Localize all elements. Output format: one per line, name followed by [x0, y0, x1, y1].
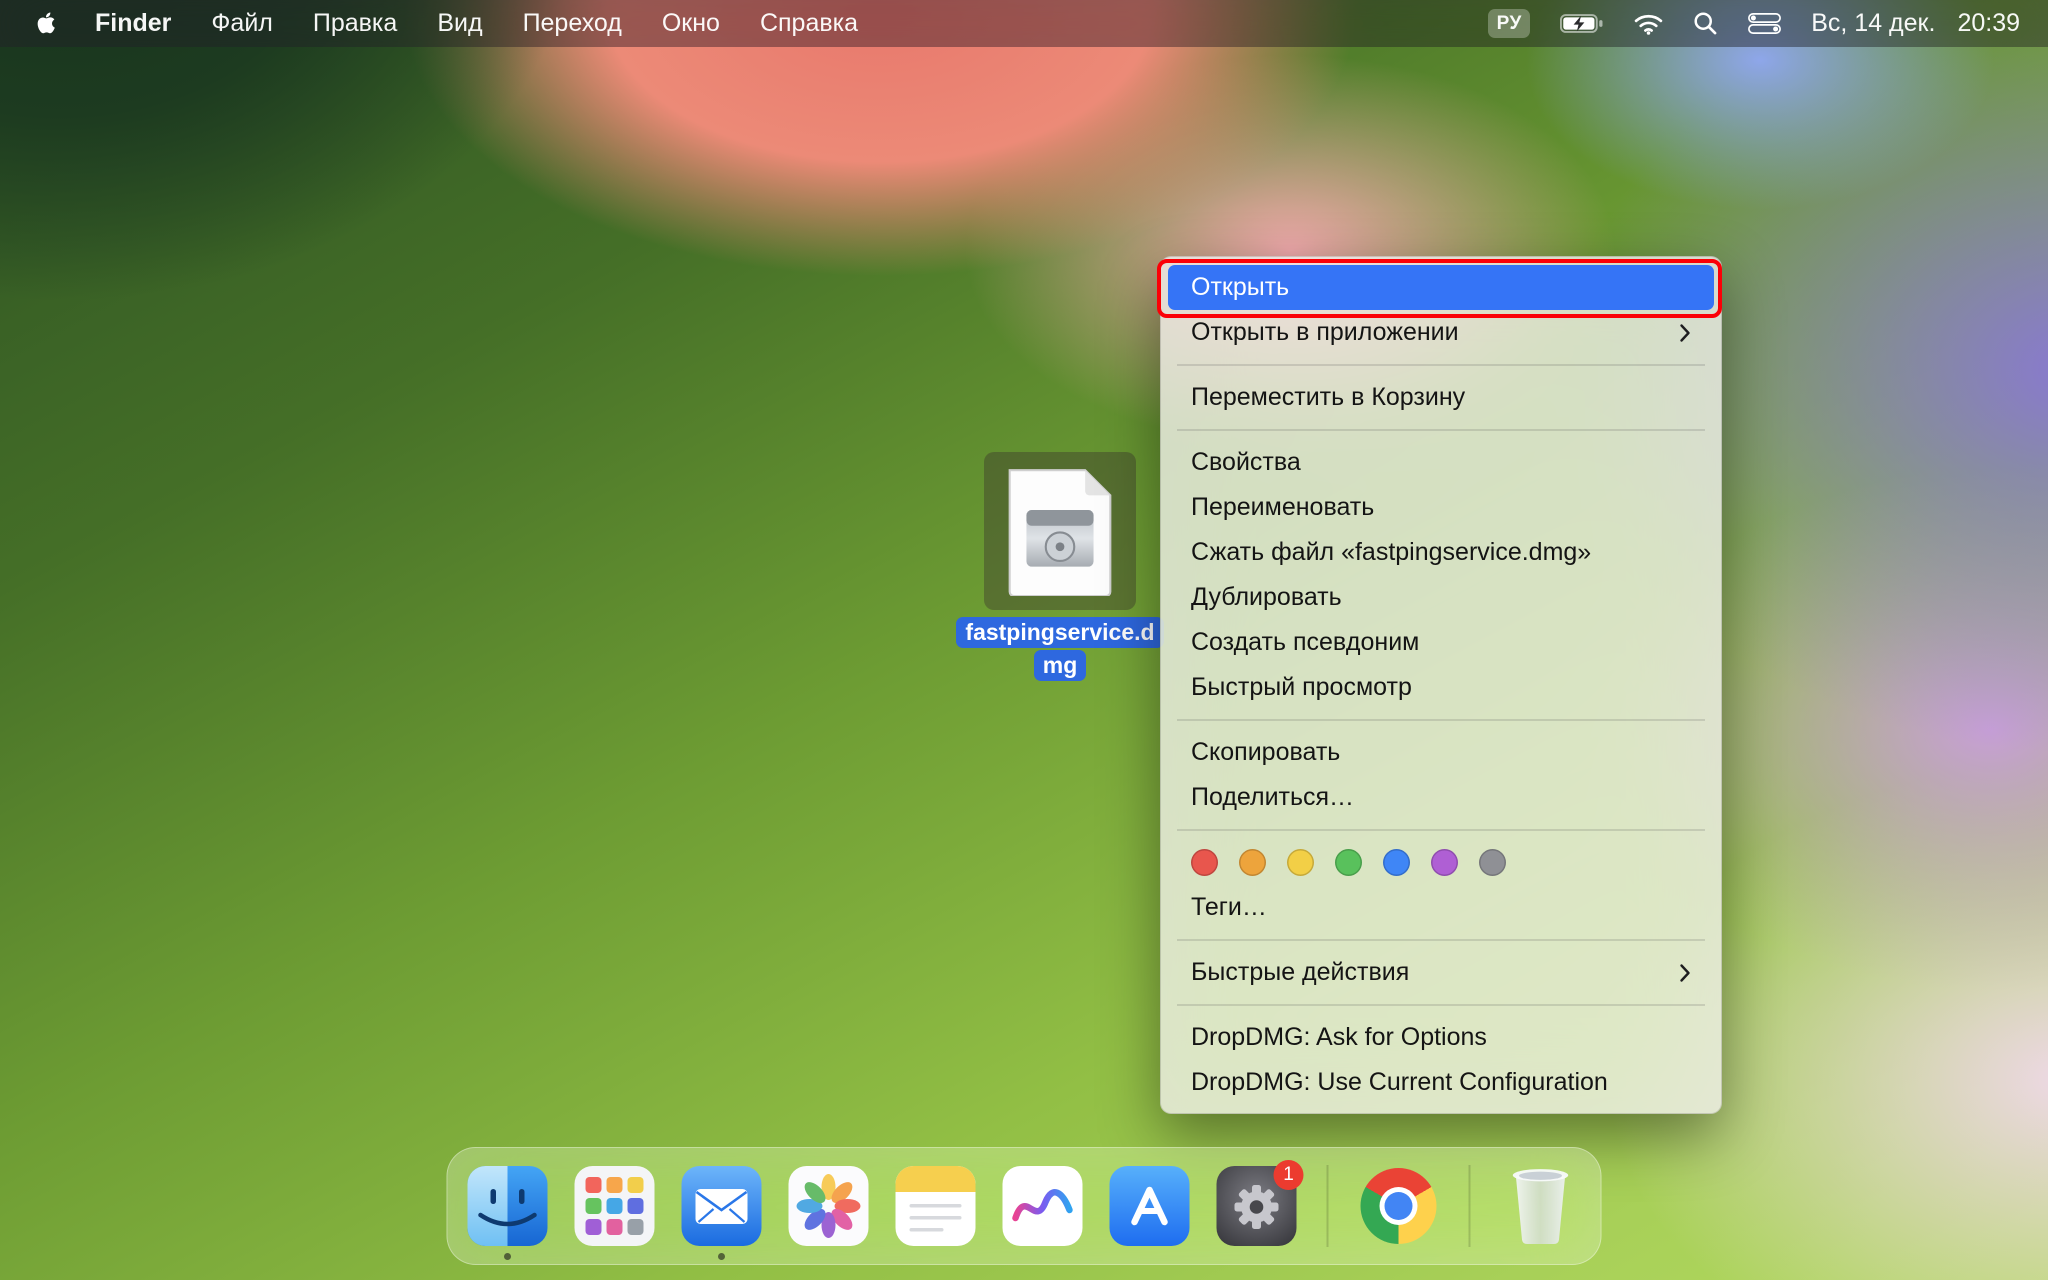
menu-item-quick-actions[interactable]: Быстрые действия [1161, 950, 1721, 995]
freeform-icon [1003, 1166, 1083, 1246]
file-name-line-2: mg [1034, 650, 1087, 681]
menu-bar-left: Finder Файл Правка Вид Переход Окно Спра… [0, 9, 858, 38]
menu-separator [1177, 719, 1705, 721]
control-center[interactable] [1748, 13, 1781, 34]
dock-item-chrome[interactable] [1359, 1166, 1439, 1246]
tag-dots-row [1161, 840, 1721, 885]
menu-app-name[interactable]: Finder [95, 9, 171, 38]
menu-item-copy[interactable]: Скопировать [1161, 730, 1721, 775]
dock-item-finder[interactable] [468, 1166, 548, 1246]
finder-icon [468, 1166, 548, 1246]
dock-separator [1469, 1165, 1471, 1247]
context-menu: Открыть Открыть в приложении Переместить… [1160, 256, 1722, 1114]
search-icon [1693, 11, 1718, 36]
tag-orange[interactable] [1239, 849, 1266, 876]
chevron-right-icon [1679, 323, 1691, 343]
menu-view[interactable]: Вид [437, 9, 482, 38]
tag-red[interactable] [1191, 849, 1218, 876]
dock-item-app-store[interactable] [1110, 1166, 1190, 1246]
menu-item-open-with-label: Открыть в приложении [1191, 318, 1459, 347]
menu-item-open[interactable]: Открыть [1168, 265, 1714, 310]
dmg-file-icon [1001, 466, 1119, 596]
running-indicator [504, 1253, 511, 1260]
notification-badge: 1 [1274, 1160, 1304, 1190]
control-center-icon [1748, 13, 1781, 34]
menu-go[interactable]: Переход [523, 9, 622, 38]
photos-icon [789, 1166, 869, 1246]
tag-purple[interactable] [1431, 849, 1458, 876]
dock: 1 [447, 1147, 1602, 1265]
menu-separator [1177, 829, 1705, 831]
menu-item-tags[interactable]: Теги… [1161, 885, 1721, 930]
menu-separator [1177, 1004, 1705, 1006]
chrome-icon [1361, 1168, 1437, 1244]
wifi-status[interactable] [1634, 13, 1663, 35]
dock-separator [1327, 1165, 1329, 1247]
menu-item-dropdmg-current[interactable]: DropDMG: Use Current Configuration [1161, 1060, 1721, 1105]
file-name-line-1: fastpingservice.d [956, 617, 1163, 648]
menu-item-dropdmg-ask[interactable]: DropDMG: Ask for Options [1161, 1015, 1721, 1060]
menu-item-share[interactable]: Поделиться… [1161, 775, 1721, 820]
menu-bar: Finder Файл Правка Вид Переход Окно Спра… [0, 0, 2048, 47]
battery-charging-icon [1560, 14, 1604, 33]
running-indicator [718, 1253, 725, 1260]
dock-item-notes[interactable] [896, 1166, 976, 1246]
tag-gray[interactable] [1479, 849, 1506, 876]
apple-menu[interactable] [34, 11, 55, 36]
menu-item-make-alias[interactable]: Создать псевдоним [1161, 620, 1721, 665]
chevron-right-icon [1679, 963, 1691, 983]
menu-item-rename[interactable]: Переименовать [1161, 485, 1721, 530]
menu-bar-clock[interactable]: Вс, 14 дек. 20:39 [1811, 9, 2020, 38]
menu-item-get-info[interactable]: Свойства [1161, 440, 1721, 485]
launchpad-icon [575, 1166, 655, 1246]
tag-yellow[interactable] [1287, 849, 1314, 876]
menu-item-move-to-trash[interactable]: Переместить в Корзину [1161, 375, 1721, 420]
menu-separator [1177, 429, 1705, 431]
menu-item-quick-look[interactable]: Быстрый просмотр [1161, 665, 1721, 710]
clock-time: 20:39 [1957, 9, 2020, 38]
menu-item-open-with[interactable]: Открыть в приложении [1161, 310, 1721, 355]
trash-icon [1508, 1166, 1574, 1246]
menu-separator [1177, 939, 1705, 941]
menu-help[interactable]: Справка [760, 9, 858, 38]
tag-blue[interactable] [1383, 849, 1410, 876]
input-source-indicator[interactable]: РУ [1488, 9, 1530, 38]
menu-separator [1177, 364, 1705, 366]
mail-icon [682, 1166, 762, 1246]
dock-item-trash[interactable] [1501, 1166, 1581, 1246]
menu-bar-right: РУ [1488, 9, 2048, 38]
menu-window[interactable]: Окно [662, 9, 720, 38]
dock-item-photos[interactable] [789, 1166, 869, 1246]
dock-item-freeform[interactable] [1003, 1166, 1083, 1246]
notes-icon [896, 1166, 976, 1246]
spotlight-search[interactable] [1693, 11, 1718, 36]
menu-edit[interactable]: Правка [313, 9, 397, 38]
tag-green[interactable] [1335, 849, 1362, 876]
dock-item-system-settings[interactable]: 1 [1217, 1166, 1297, 1246]
menu-item-duplicate[interactable]: Дублировать [1161, 575, 1721, 620]
wifi-icon [1634, 13, 1663, 35]
menu-item-compress[interactable]: Сжать файл «fastpingservice.dmg» [1161, 530, 1721, 575]
dock-item-launchpad[interactable] [575, 1166, 655, 1246]
dock-item-mail[interactable] [682, 1166, 762, 1246]
app-store-icon [1110, 1166, 1190, 1246]
clock-date: Вс, 14 дек. [1811, 9, 1935, 38]
menu-file[interactable]: Файл [211, 9, 272, 38]
menu-item-quick-actions-label: Быстрые действия [1191, 958, 1409, 987]
apple-logo-icon [34, 11, 55, 36]
battery-status[interactable] [1560, 14, 1604, 33]
file-selection-highlight [984, 452, 1136, 610]
